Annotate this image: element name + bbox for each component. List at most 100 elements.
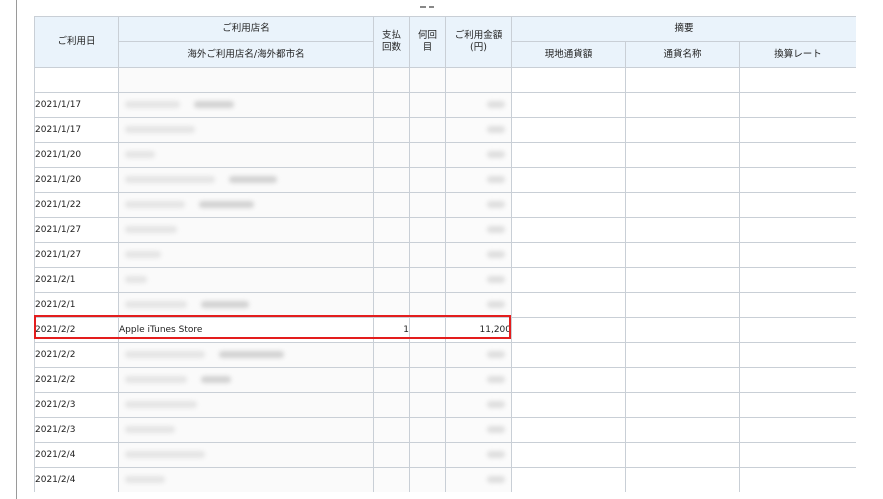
- installment-cell: [409, 92, 446, 118]
- currency-name-cell: [625, 142, 740, 168]
- amount-cell: 11,200: [445, 317, 512, 343]
- installment-cell: [409, 467, 446, 492]
- exchange-rate-cell: [739, 392, 856, 418]
- redacted-amount-text: [487, 426, 505, 433]
- table-row: 2021/1/27: [34, 242, 856, 268]
- amount-line2: (円): [470, 42, 487, 53]
- local-amount-cell: [511, 417, 626, 443]
- usage-date-cell: 2021/1/27: [34, 217, 119, 243]
- redacted-amount-text: [487, 451, 505, 458]
- currency-name-cell: [625, 467, 740, 492]
- redacted-store-text: [125, 251, 161, 258]
- installment-cell: [409, 442, 446, 468]
- installment-cell: [409, 317, 446, 343]
- payment-count-cell: [373, 167, 410, 193]
- amount-cell: [445, 67, 512, 93]
- col-header-exchange-rate: 換算レート: [739, 41, 856, 68]
- currency-name-cell: [625, 167, 740, 193]
- payment-count-cell: [373, 192, 410, 218]
- currency-name-cell: [625, 267, 740, 293]
- usage-date-cell: 2021/1/17: [34, 117, 119, 143]
- payment-count-cell: [373, 442, 410, 468]
- local-amount-cell: [511, 92, 626, 118]
- store-name-cell: [118, 192, 374, 218]
- local-amount-cell: [511, 217, 626, 243]
- redacted-store-text: [125, 126, 195, 133]
- amount-cell: [445, 92, 512, 118]
- store-name-cell: [118, 67, 374, 93]
- currency-name-cell: [625, 117, 740, 143]
- payment-count-cell: [373, 392, 410, 418]
- installment-cell: [409, 142, 446, 168]
- exchange-rate-cell: [739, 117, 856, 143]
- redacted-store-text: [125, 201, 185, 208]
- local-amount-cell: [511, 442, 626, 468]
- usage-date-cell: 2021/2/1: [34, 267, 119, 293]
- redacted-amount-text: [487, 376, 505, 383]
- redacted-store-text: [219, 351, 284, 358]
- statement-table: ご利用日 ご利用店名 支払 回数 何回目 ご利用金額 (円) 摘要 海外ご利用店名/…: [34, 16, 856, 492]
- payment-count-cell: [373, 242, 410, 268]
- usage-date-cell: 2021/2/2: [34, 367, 119, 393]
- payment-count-cell: [373, 417, 410, 443]
- local-amount-cell: [511, 367, 626, 393]
- local-amount-cell: [511, 292, 626, 318]
- redacted-store-text: [125, 101, 180, 108]
- currency-name-cell: [625, 242, 740, 268]
- exchange-rate-cell: [739, 142, 856, 168]
- exchange-rate-cell: [739, 317, 856, 343]
- currency-name-cell: [625, 417, 740, 443]
- installment-cell: [409, 267, 446, 293]
- currency-name-cell: [625, 367, 740, 393]
- exchange-rate-cell: [739, 92, 856, 118]
- redacted-store-text: [125, 301, 187, 308]
- table-row: 2021/1/20: [34, 167, 856, 193]
- redacted-store-text: [125, 276, 147, 283]
- local-amount-cell: [511, 317, 626, 343]
- store-name-cell: [118, 117, 374, 143]
- installment-cell: [409, 417, 446, 443]
- store-name-cell: [118, 467, 374, 492]
- installment-cell: [409, 392, 446, 418]
- payment-count-cell: [373, 92, 410, 118]
- usage-date-cell: 2021/1/22: [34, 192, 119, 218]
- installment-cell: [409, 67, 446, 93]
- currency-name-cell: [625, 292, 740, 318]
- payment-count-cell: [373, 67, 410, 93]
- redacted-store-text: [125, 451, 205, 458]
- top-cutoff-text: [420, 0, 440, 8]
- amount-cell: [445, 367, 512, 393]
- payment-count-cell: [373, 367, 410, 393]
- usage-date-cell: 2021/1/27: [34, 242, 119, 268]
- exchange-rate-cell: [739, 442, 856, 468]
- local-amount-cell: [511, 67, 626, 93]
- amount-cell: [445, 217, 512, 243]
- payment-count-cell: [373, 117, 410, 143]
- amount-line1: ご利用金額: [454, 30, 503, 41]
- statement-rows: 2021/1/17 2021/1/17 2021/1/20 2021/1/20 2021…: [34, 67, 856, 492]
- payment-count-cell: [373, 267, 410, 293]
- amount-cell: [445, 117, 512, 143]
- redacted-amount-text: [487, 201, 505, 208]
- store-name-cell: [118, 292, 374, 318]
- redacted-amount-text: [487, 476, 505, 483]
- redacted-store-text: [125, 226, 177, 233]
- usage-date-cell: 2021/2/2: [34, 317, 119, 343]
- col-header-store-name: ご利用店名: [118, 16, 374, 42]
- redacted-store-text: [125, 426, 175, 433]
- local-amount-cell: [511, 192, 626, 218]
- usage-date-cell: 2021/2/4: [34, 442, 119, 468]
- amount-cell: [445, 342, 512, 368]
- table-row: [34, 67, 856, 93]
- local-amount-cell: [511, 267, 626, 293]
- col-header-local-amount: 現地通貨額: [511, 41, 626, 68]
- local-amount-cell: [511, 342, 626, 368]
- table-row: 2021/2/4: [34, 442, 856, 468]
- payment-count-cell: [373, 292, 410, 318]
- local-amount-cell: [511, 117, 626, 143]
- redacted-store-text: [229, 176, 277, 183]
- table-row: 2021/2/2 Apple iTunes Store 1 11,200: [34, 317, 856, 343]
- currency-name-cell: [625, 342, 740, 368]
- currency-name-cell: [625, 92, 740, 118]
- payment-count-cell: [373, 342, 410, 368]
